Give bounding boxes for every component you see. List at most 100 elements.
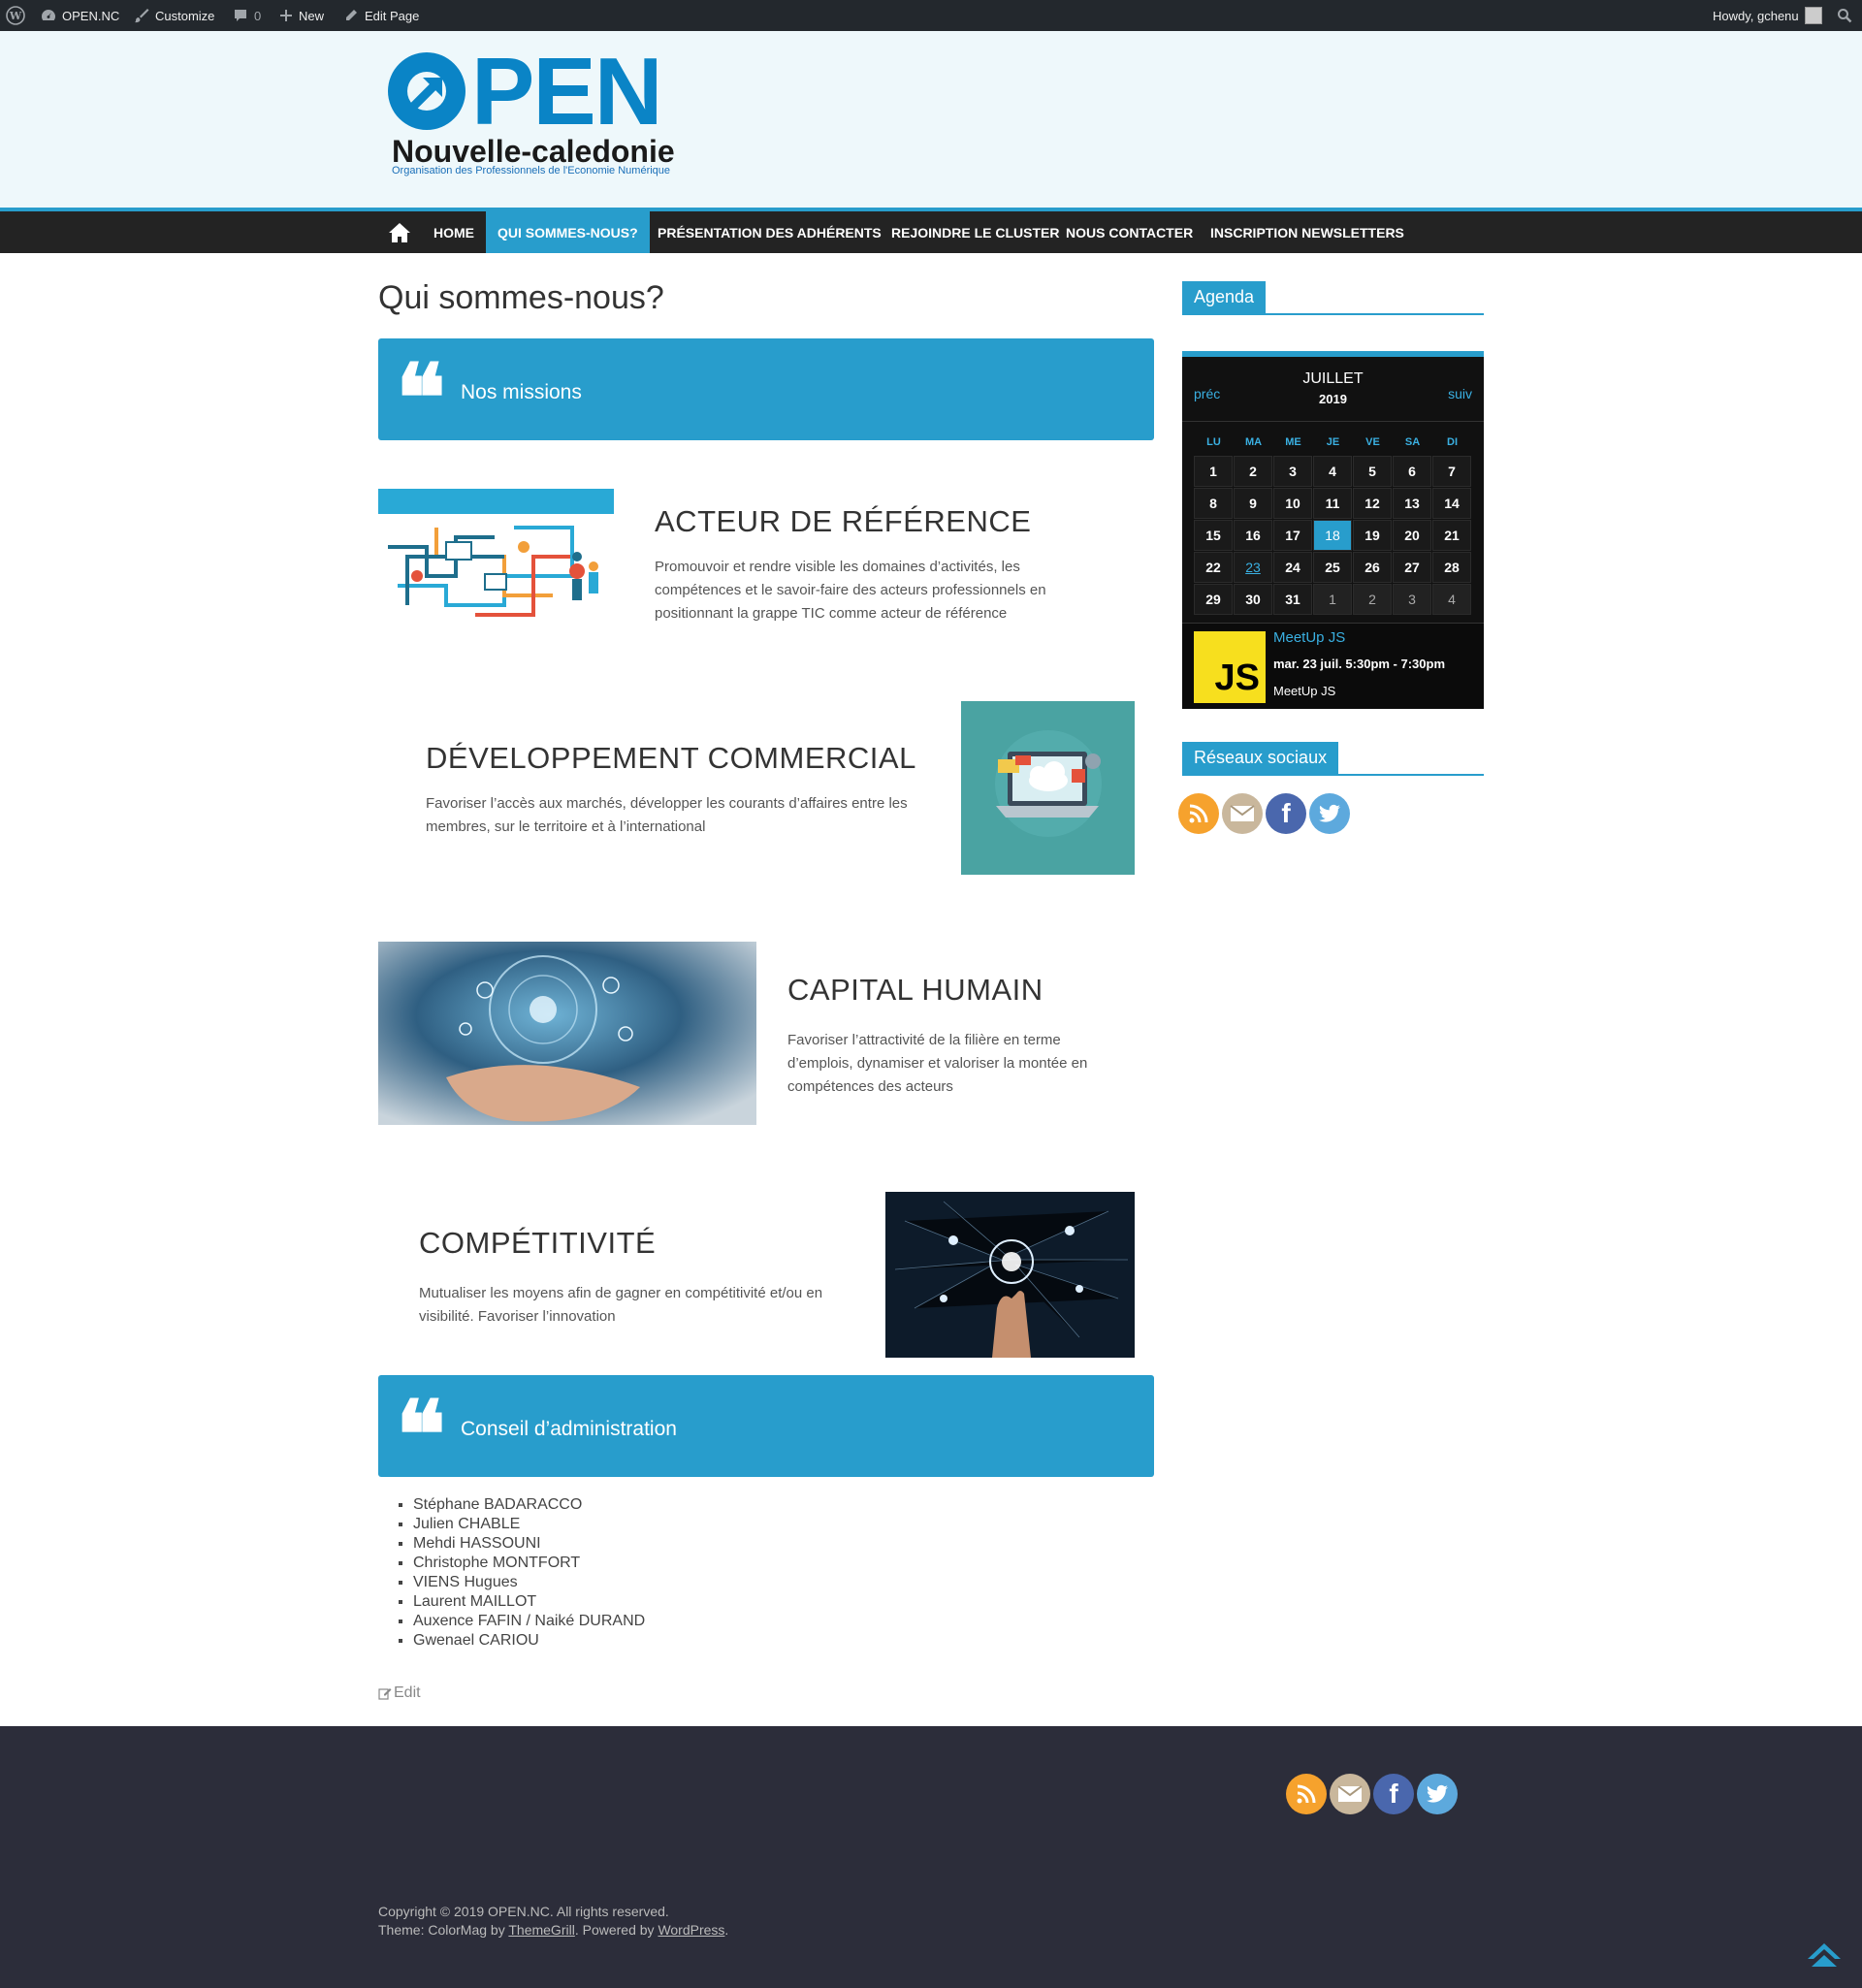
back-to-top-icon[interactable] — [1806, 1940, 1843, 1973]
calendar-weekday: LU — [1206, 436, 1221, 448]
calendar-weekday: DI — [1447, 436, 1458, 448]
admin-howdy-label: Howdy, gchenu — [1713, 8, 1799, 23]
email-icon[interactable] — [1222, 793, 1263, 834]
twitter-icon[interactable] — [1309, 793, 1350, 834]
nav-item-qui-sommes-nous[interactable]: QUI SOMMES-NOUS? — [486, 211, 650, 253]
feature-text-competitivite: Mutualiser les moyens afin de gagner en … — [419, 1285, 823, 1325]
edit-label: Edit — [394, 1684, 421, 1701]
calendar-day[interactable]: 1 — [1194, 456, 1233, 487]
calendar-day[interactable]: 25 — [1313, 552, 1352, 583]
calendar-day[interactable]: 22 — [1194, 552, 1233, 583]
calendar-day[interactable]: 17 — [1273, 520, 1312, 551]
admin-comments-count: 0 — [254, 8, 262, 23]
nav-item-contact[interactable]: NOUS CONTACTER — [1054, 211, 1204, 253]
admin-edit-page-link[interactable]: Edit Page — [343, 0, 419, 31]
calendar-day[interactable]: 6 — [1393, 456, 1431, 487]
calendar-day[interactable]: 11 — [1313, 488, 1352, 519]
rss-icon[interactable] — [1286, 1774, 1327, 1814]
calendar-day[interactable]: 26 — [1353, 552, 1392, 583]
calendar-weekday: JE — [1326, 436, 1340, 448]
brush-icon — [135, 9, 149, 23]
list-item: Stéphane BADARACCO — [413, 1495, 645, 1515]
footer-site-link[interactable]: OPEN.NC — [488, 1904, 550, 1919]
list-item: Julien CHABLE — [413, 1515, 645, 1534]
nav-item-rejoindre[interactable]: REJOINDRE LE CLUSTER — [880, 211, 1071, 253]
copyright-line: Copyright © 2019 OPEN.NC. All rights res… — [378, 1903, 728, 1921]
admin-customize-link[interactable]: Customize — [134, 0, 214, 31]
event-description: MeetUp JS — [1273, 684, 1336, 698]
calendar-day[interactable]: 5 — [1353, 456, 1392, 487]
admin-search-icon[interactable] — [1837, 0, 1852, 31]
calendar-day[interactable]: 20 — [1393, 520, 1431, 551]
calendar-day[interactable]: 19 — [1353, 520, 1392, 551]
calendar-next-link[interactable]: suiv — [1448, 386, 1472, 401]
calendar-day[interactable]: 9 — [1234, 488, 1272, 519]
facebook-icon[interactable]: f — [1266, 793, 1306, 834]
calendar-day[interactable]: 27 — [1393, 552, 1431, 583]
comment-icon — [235, 10, 246, 21]
calendar-day[interactable]: 16 — [1234, 520, 1272, 551]
calendar-day[interactable]: 15 — [1194, 520, 1233, 551]
admin-bar: W OPEN.NC Customize 0 New Edit Page Howd… — [0, 0, 1862, 31]
wordpress-link[interactable]: WordPress — [658, 1922, 724, 1938]
admin-comments-link[interactable]: 0 — [233, 0, 261, 31]
edit-link[interactable]: Edit — [378, 1684, 421, 1702]
twitter-icon[interactable] — [1417, 1774, 1458, 1814]
powered-text: . Powered by — [574, 1922, 658, 1938]
admin-new-link[interactable]: New — [279, 0, 324, 31]
calendar-weekday: SA — [1404, 436, 1421, 448]
nav-item-newsletters[interactable]: INSCRIPTION NEWSLETTERS — [1199, 211, 1416, 253]
facebook-icon[interactable]: f — [1373, 1774, 1414, 1814]
calendar-day[interactable]: 3 — [1273, 456, 1312, 487]
calendar-day[interactable]: 12 — [1353, 488, 1392, 519]
credit-end: . — [724, 1922, 729, 1938]
nav-item-adherents[interactable]: PRÉSENTATION DES ADHÉRENTS — [646, 211, 893, 253]
edit-icon — [378, 1688, 392, 1700]
calendar-day[interactable]: 2 — [1353, 584, 1392, 615]
wordpress-logo-icon[interactable]: W — [6, 0, 25, 31]
admin-account-menu[interactable]: Howdy, gchenu — [1713, 0, 1822, 31]
calendar-day[interactable]: 4 — [1432, 584, 1471, 615]
email-icon[interactable] — [1330, 1774, 1370, 1814]
calendar-day[interactable]: 29 — [1194, 584, 1233, 615]
feature-text-developpement: Favoriser l’accès aux marchés, développe… — [426, 795, 908, 835]
agenda-calendar: préc JUILLET 2019 suiv LU MA ME JE VE SA… — [1182, 351, 1484, 709]
calendar-year: 2019 — [1319, 392, 1347, 406]
agenda-event[interactable]: JS MeetUp JS mar. 23 juil. 5:30pm - 7:30… — [1182, 623, 1484, 709]
site-header — [0, 31, 1862, 209]
rss-icon[interactable] — [1178, 793, 1219, 834]
digital-touch-image — [885, 1192, 1135, 1358]
feature-title-acteur: ACTEUR DE RÉFÉRENCE — [655, 504, 1032, 538]
home-icon[interactable] — [376, 211, 423, 253]
calendar-day[interactable]: 31 — [1273, 584, 1312, 615]
nav-item-home[interactable]: HOME — [422, 211, 486, 253]
event-thumbnail-label: JS — [1214, 657, 1260, 698]
theme-prefix: Theme: ColorMag by — [378, 1922, 509, 1938]
calendar-day[interactable]: 14 — [1432, 488, 1471, 519]
calendar-day[interactable]: 8 — [1194, 488, 1233, 519]
quote-icon: ❝ — [396, 343, 446, 453]
calendar-day[interactable]: 2 — [1234, 456, 1272, 487]
calendar-day[interactable]: 13 — [1393, 488, 1431, 519]
calendar-day[interactable]: 7 — [1432, 456, 1471, 487]
calendar-day[interactable]: 30 — [1234, 584, 1272, 615]
plus-icon — [280, 10, 292, 21]
calendar-day[interactable]: 21 — [1432, 520, 1471, 551]
missions-quote-box: ❝ Nos missions — [378, 338, 1154, 445]
calendar-day[interactable]: 4 — [1313, 456, 1352, 487]
calendar-day[interactable]: 3 — [1393, 584, 1431, 615]
admin-site-link[interactable]: OPEN.NC — [41, 0, 119, 31]
pencil-icon — [346, 10, 357, 20]
list-item: Gwenael CARIOU — [413, 1631, 645, 1651]
themegrill-link[interactable]: ThemeGrill — [508, 1922, 574, 1938]
event-title-link[interactable]: MeetUp JS — [1273, 629, 1345, 646]
calendar-day[interactable]: 24 — [1273, 552, 1312, 583]
calendar-day[interactable]: 23 — [1234, 552, 1272, 583]
calendar-day[interactable]: 10 — [1273, 488, 1312, 519]
calendar-day[interactable]: 18 — [1313, 520, 1352, 551]
calendar-day[interactable]: 28 — [1432, 552, 1471, 583]
admin-site-label: OPEN.NC — [62, 8, 120, 23]
missions-heading: Nos missions — [461, 381, 582, 403]
calendar-day[interactable]: 1 — [1313, 584, 1352, 615]
site-logo[interactable]: PEN Nouvelle-caledonie — [382, 38, 702, 184]
